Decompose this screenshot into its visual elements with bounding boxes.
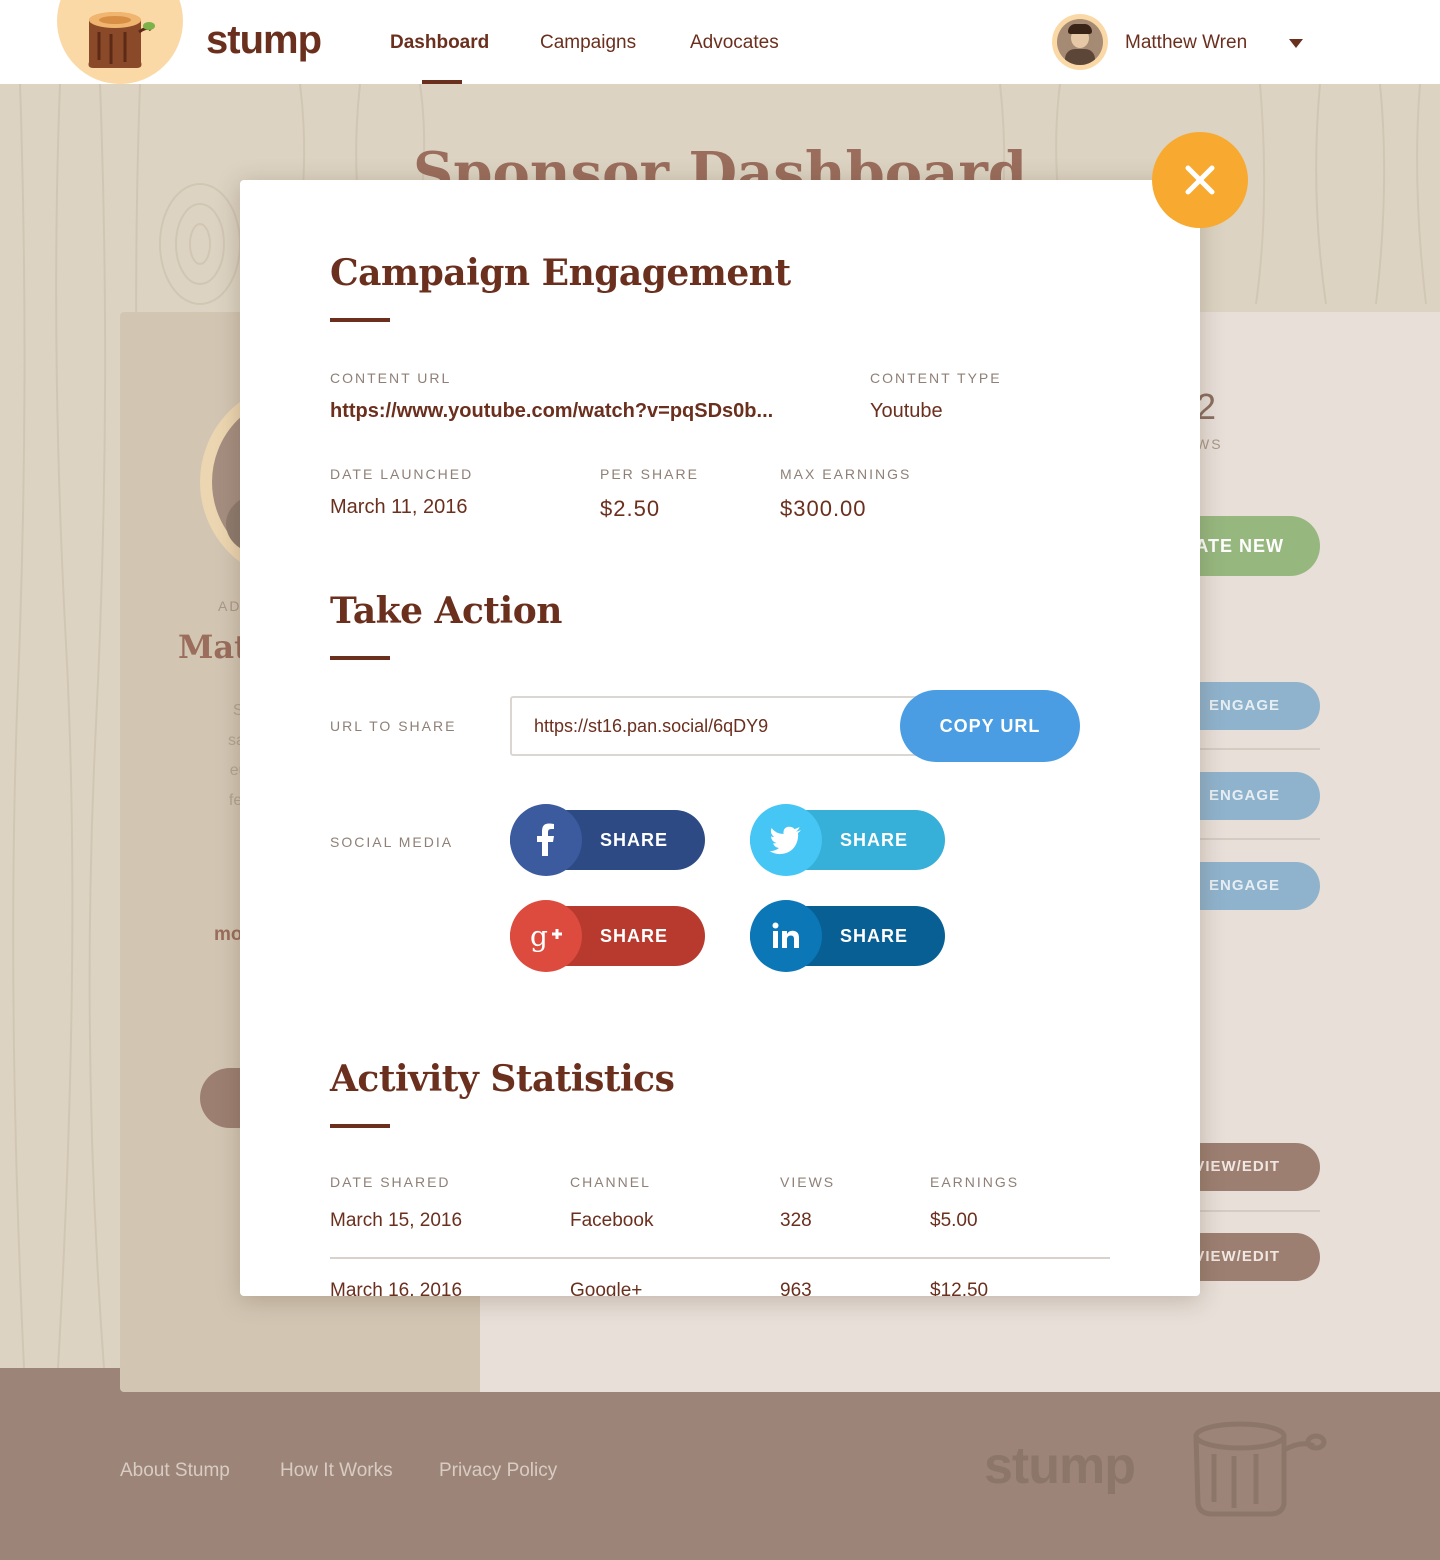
footer-link-privacy[interactable]: Privacy Policy <box>439 1460 557 1482</box>
column-header-earnings: EARNINGS <box>930 1174 1020 1190</box>
content-type-label: CONTENT TYPE <box>870 370 1002 386</box>
nav-advocates[interactable]: Advocates <box>690 32 779 54</box>
cell-date-shared: March 15, 2016 <box>330 1210 463 1231</box>
content-url-label: CONTENT URL <box>330 370 452 386</box>
date-launched-value: March 11, 2016 <box>330 496 468 518</box>
section-rule <box>330 656 390 660</box>
close-icon <box>1185 165 1215 195</box>
cell-channel: Google+ <box>570 1280 643 1296</box>
row-divider <box>1180 748 1320 750</box>
row-divider <box>1180 1210 1320 1212</box>
brand-wordmark[interactable]: stump <box>206 18 322 63</box>
column-header-channel: CHANNEL <box>570 1174 651 1190</box>
top-nav-bar: stump Dashboard Campaigns Advocates Matt… <box>0 0 1440 84</box>
active-nav-indicator <box>422 80 462 84</box>
stump-logo-icon[interactable] <box>57 0 183 84</box>
cell-views: 963 <box>780 1280 812 1296</box>
stump-logo-icon <box>1193 1421 1327 1517</box>
section-rule <box>330 1124 390 1128</box>
footer: About Stump How It Works Privacy Policy … <box>0 1368 1440 1560</box>
row-divider <box>330 1257 1110 1259</box>
cell-earnings: $5.00 <box>930 1210 978 1231</box>
copy-url-button[interactable]: COPY URL <box>900 690 1080 762</box>
content-url-link[interactable]: https://www.youtube.com/watch?v=pqSDs0b.… <box>330 400 773 423</box>
linkedin-share-button[interactable]: SHARE <box>750 900 945 972</box>
table-row: March 15, 2016 Facebook 328 $5.00 <box>330 1210 1110 1250</box>
share-label: SHARE <box>600 926 669 946</box>
section-title-take-action: Take Action <box>330 590 562 632</box>
content-type-value: Youtube <box>870 400 943 422</box>
linkedin-icon <box>772 922 799 948</box>
nav-campaigns[interactable]: Campaigns <box>540 32 636 54</box>
url-to-share-label: URL TO SHARE <box>330 718 457 734</box>
social-media-label: SOCIAL MEDIA <box>330 834 454 850</box>
row-divider <box>1180 838 1320 840</box>
nav-dashboard[interactable]: Dashboard <box>390 32 489 54</box>
user-avatar[interactable] <box>1052 14 1108 70</box>
twitter-icon <box>769 826 801 855</box>
column-header-date-shared: DATE SHARED <box>330 1174 451 1190</box>
svg-text:g: g <box>530 920 548 953</box>
facebook-icon <box>537 823 554 856</box>
max-earnings-label: MAX EARNINGS <box>780 466 912 482</box>
date-launched-label: DATE LAUNCHED <box>330 466 474 482</box>
cell-channel: Facebook <box>570 1210 654 1231</box>
column-header-views: VIEWS <box>780 1174 836 1190</box>
table-row: March 16, 2016 Google+ 963 $12.50 <box>330 1280 1110 1296</box>
per-share-label: PER SHARE <box>600 466 699 482</box>
profile-label: AD <box>218 598 242 614</box>
cell-views: 328 <box>780 1210 812 1231</box>
google-plus-icon: g <box>530 920 562 953</box>
close-modal-button[interactable] <box>1152 132 1248 228</box>
chevron-down-icon[interactable] <box>1289 39 1303 48</box>
footer-brand-wordmark[interactable]: stump <box>984 1436 1136 1496</box>
cell-date-shared: March 16, 2016 <box>330 1280 463 1296</box>
section-rule <box>330 318 390 322</box>
google-plus-share-button[interactable]: g SHARE <box>510 900 705 972</box>
user-name[interactable]: Matthew Wren <box>1125 32 1247 54</box>
share-label: SHARE <box>600 830 669 850</box>
twitter-share-button[interactable]: SHARE <box>750 804 945 876</box>
profile-link[interactable]: mo <box>214 924 243 946</box>
campaign-engagement-modal: Campaign Engagement CONTENT URL https://… <box>240 180 1200 1296</box>
profile-name: Mat <box>178 628 249 666</box>
per-share-value: $2.50 <box>600 496 661 521</box>
share-url-input[interactable] <box>510 696 930 756</box>
share-label: SHARE <box>840 830 909 850</box>
share-label: SHARE <box>840 926 909 946</box>
cell-earnings: $12.50 <box>930 1280 989 1296</box>
max-earnings-value: $300.00 <box>780 496 867 521</box>
footer-link-how-it-works[interactable]: How It Works <box>280 1460 393 1482</box>
section-title-activity: Activity Statistics <box>330 1058 675 1100</box>
footer-link-about[interactable]: About Stump <box>120 1460 230 1482</box>
section-title-engagement: Campaign Engagement <box>330 252 791 294</box>
facebook-share-button[interactable]: SHARE <box>510 804 705 876</box>
